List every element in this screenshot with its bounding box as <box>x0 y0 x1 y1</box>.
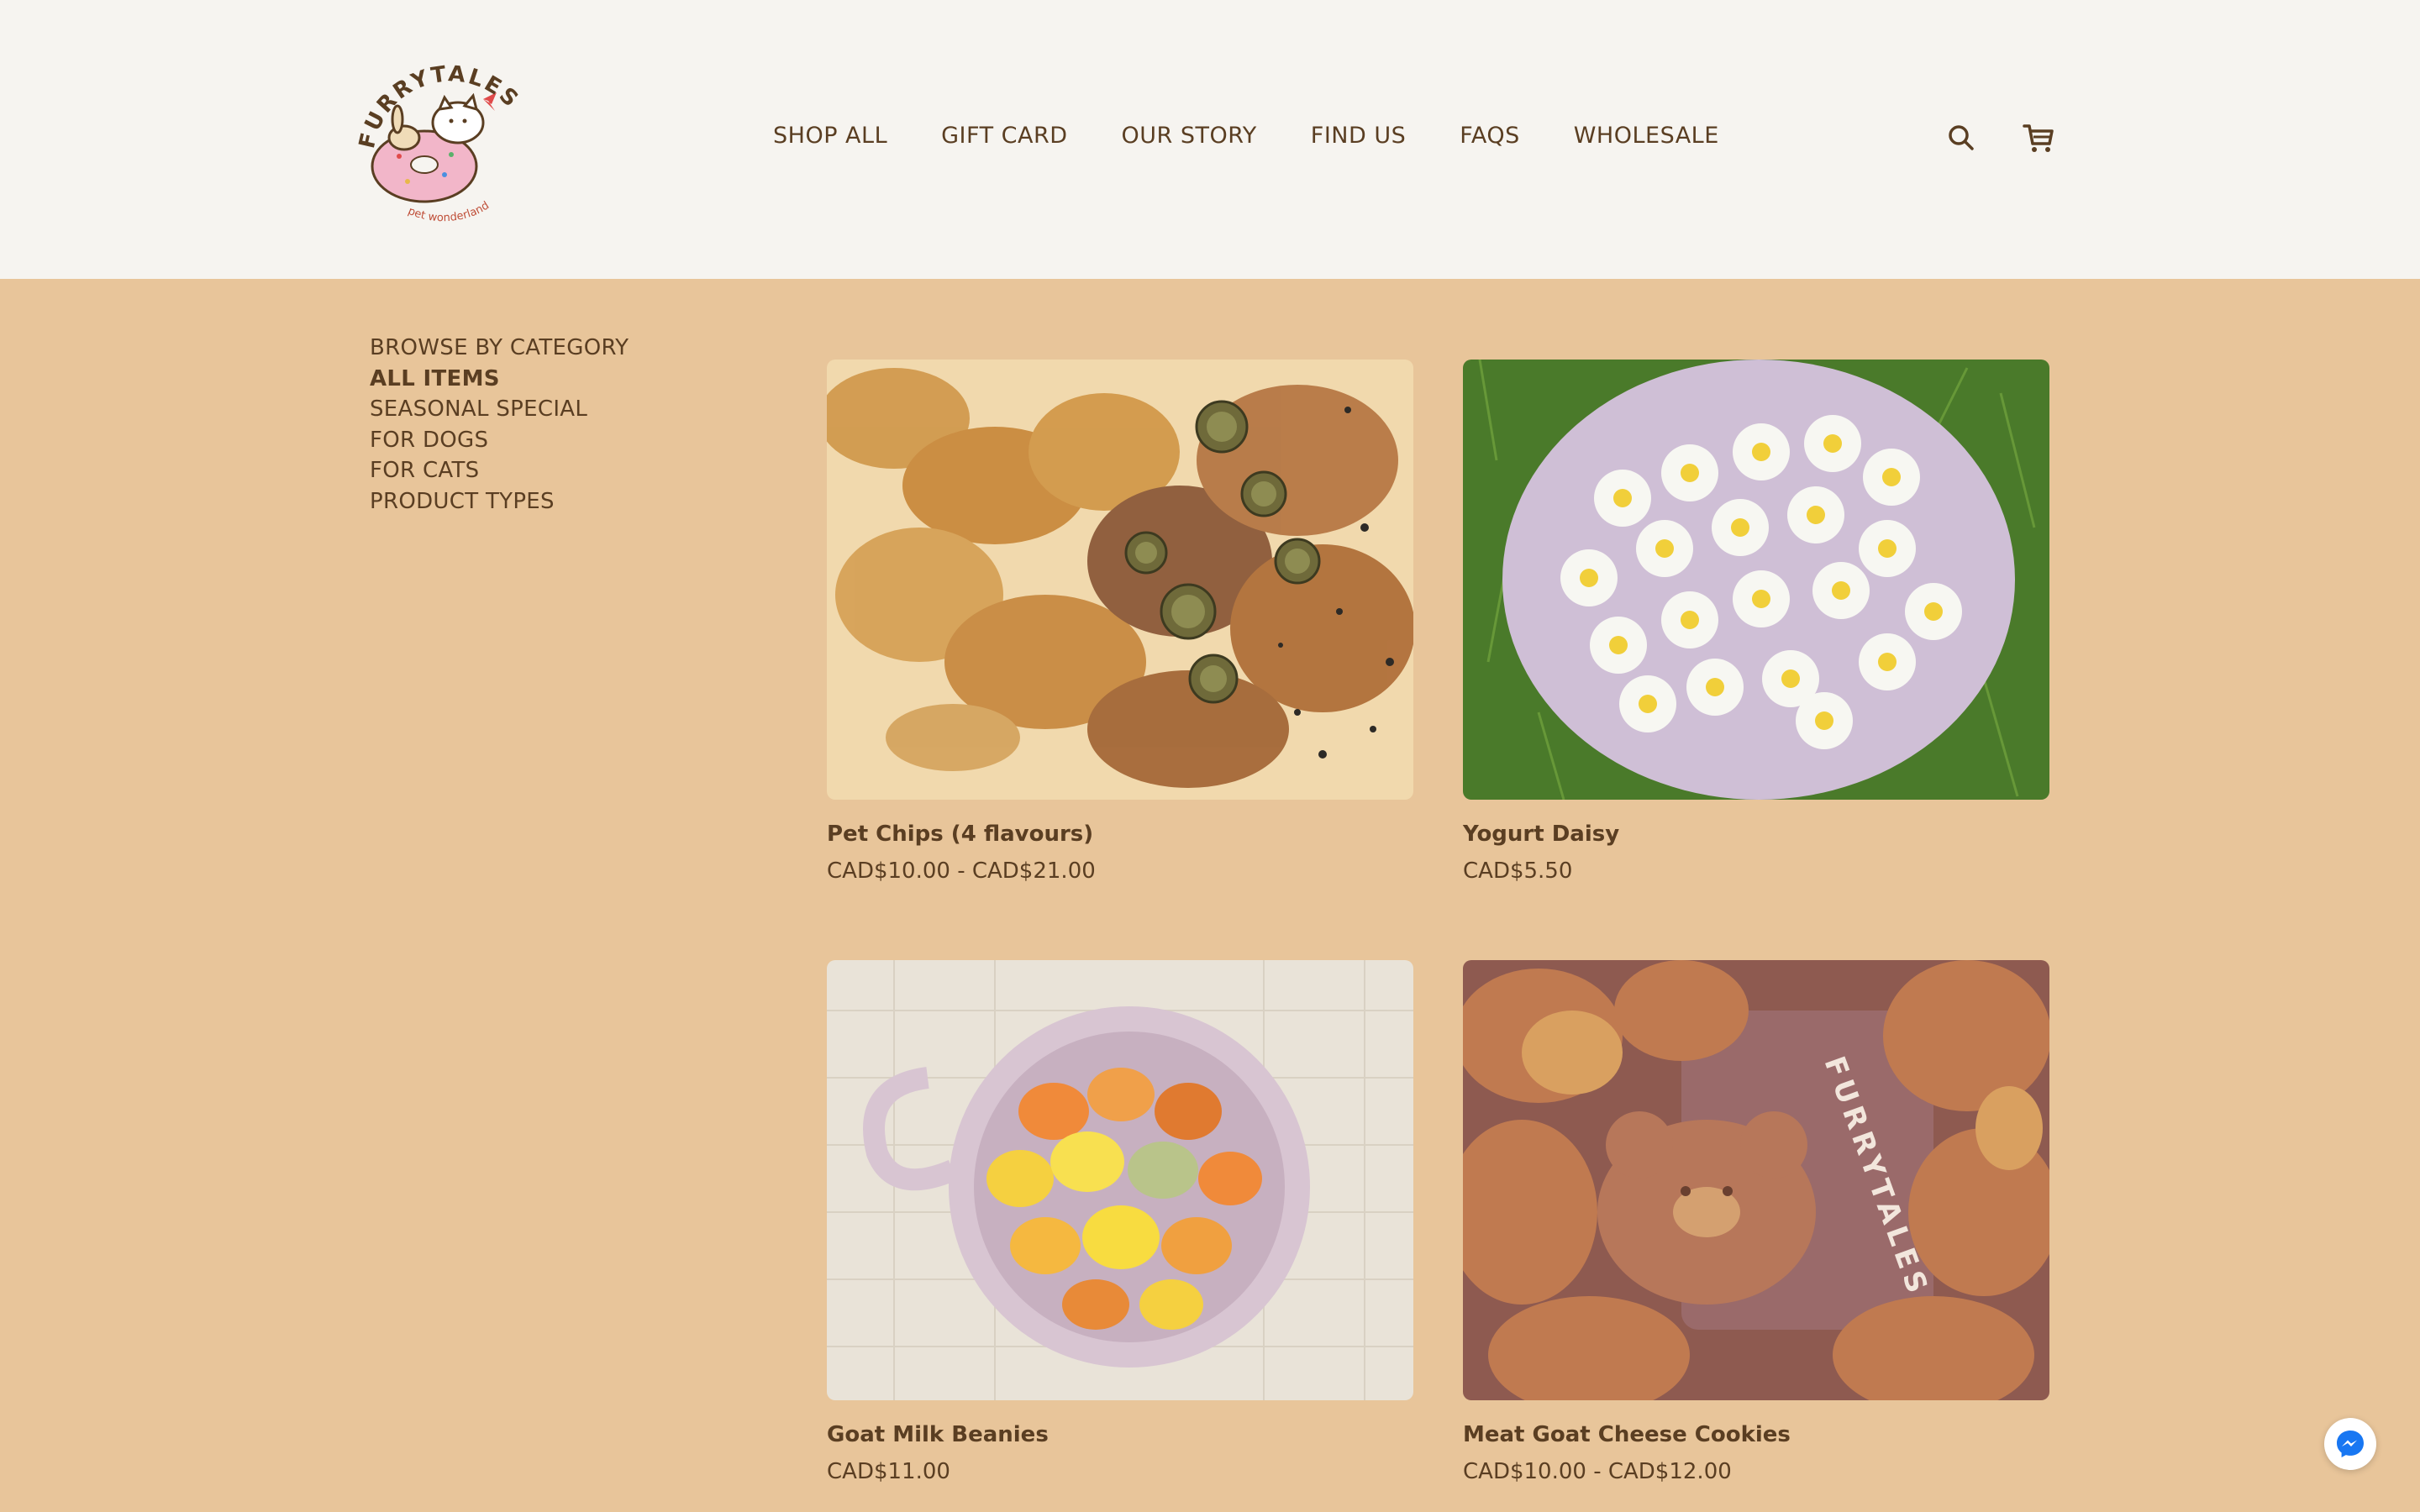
brand-logo[interactable]: FURRYTALES pet wonderland <box>355 57 542 225</box>
product-price: CAD$5.50 <box>1463 858 1573 884</box>
product-card[interactable]: Yogurt Daisy CAD$5.50 <box>1463 360 2049 884</box>
meat-goat-cheese-cookies-photo: FURRYTALES <box>1463 960 2049 1400</box>
messenger-icon <box>2337 1431 2364 1457</box>
category-sidebar: BROWSE BY CATEGORY ALL ITEMS SEASONAL SP… <box>370 333 723 517</box>
svg-text:pet wonderland: pet wonderland <box>406 199 492 224</box>
pet-chips-photo <box>827 360 1413 800</box>
nav-find-us[interactable]: FIND US <box>1311 123 1406 149</box>
product-price: CAD$10.00 - CAD$12.00 <box>1463 1459 1732 1484</box>
search-button[interactable] <box>1941 118 1981 158</box>
nav-faqs[interactable]: FAQS <box>1460 123 1519 149</box>
sidebar-item-seasonal-special[interactable]: SEASONAL SPECIAL <box>370 394 723 425</box>
logo-tagline: pet wonderland <box>406 199 492 224</box>
messenger-chat-button[interactable] <box>2324 1418 2376 1470</box>
main-nav: SHOP ALL GIFT CARD OUR STORY FIND US FAQ… <box>773 123 1773 149</box>
product-card[interactable]: Goat Milk Beanies CAD$11.00 <box>827 960 1413 1484</box>
product-title[interactable]: Yogurt Daisy <box>1463 822 2049 847</box>
goat-milk-beanies-photo <box>827 960 1413 1400</box>
search-icon <box>1949 125 1974 150</box>
logo-graphic: FURRYTALES pet wonderland <box>355 61 522 224</box>
nav-wholesale[interactable]: WHOLESALE <box>1574 123 1719 149</box>
product-image[interactable] <box>827 960 1413 1400</box>
nav-our-story[interactable]: OUR STORY <box>1122 123 1257 149</box>
sidebar-item-product-types[interactable]: PRODUCT TYPES <box>370 486 723 517</box>
product-card[interactable]: Pet Chips (4 flavours) CAD$10.00 - CAD$2… <box>827 360 1413 884</box>
product-price: CAD$10.00 - CAD$21.00 <box>827 858 1096 884</box>
product-card[interactable]: FURRYTALES Meat Goat Cheese Cookies CAD$… <box>1463 960 2049 1484</box>
site-header: FURRYTALES pet wonderland SHOP ALL GIFT … <box>0 0 2420 279</box>
product-title[interactable]: Goat Milk Beanies <box>827 1422 1413 1447</box>
nav-shop-all[interactable]: SHOP ALL <box>773 123 887 149</box>
product-image[interactable]: FURRYTALES <box>1463 960 2049 1400</box>
product-image[interactable] <box>1463 360 2049 800</box>
product-title[interactable]: Meat Goat Cheese Cookies <box>1463 1422 2049 1447</box>
nav-gift-card[interactable]: GIFT CARD <box>941 123 1067 149</box>
sidebar-heading: BROWSE BY CATEGORY <box>370 335 629 360</box>
product-title[interactable]: Pet Chips (4 flavours) <box>827 822 1413 847</box>
cart-button[interactable] <box>2018 118 2059 158</box>
cart-icon <box>2023 124 2054 152</box>
yogurt-daisy-photo <box>1463 360 2049 800</box>
sidebar-item-for-dogs[interactable]: FOR DOGS <box>370 425 723 456</box>
sidebar-item-for-cats[interactable]: FOR CATS <box>370 455 723 486</box>
sidebar-item-all-items[interactable]: ALL ITEMS <box>370 364 723 395</box>
product-image[interactable] <box>827 360 1413 800</box>
product-price: CAD$11.00 <box>827 1459 950 1484</box>
